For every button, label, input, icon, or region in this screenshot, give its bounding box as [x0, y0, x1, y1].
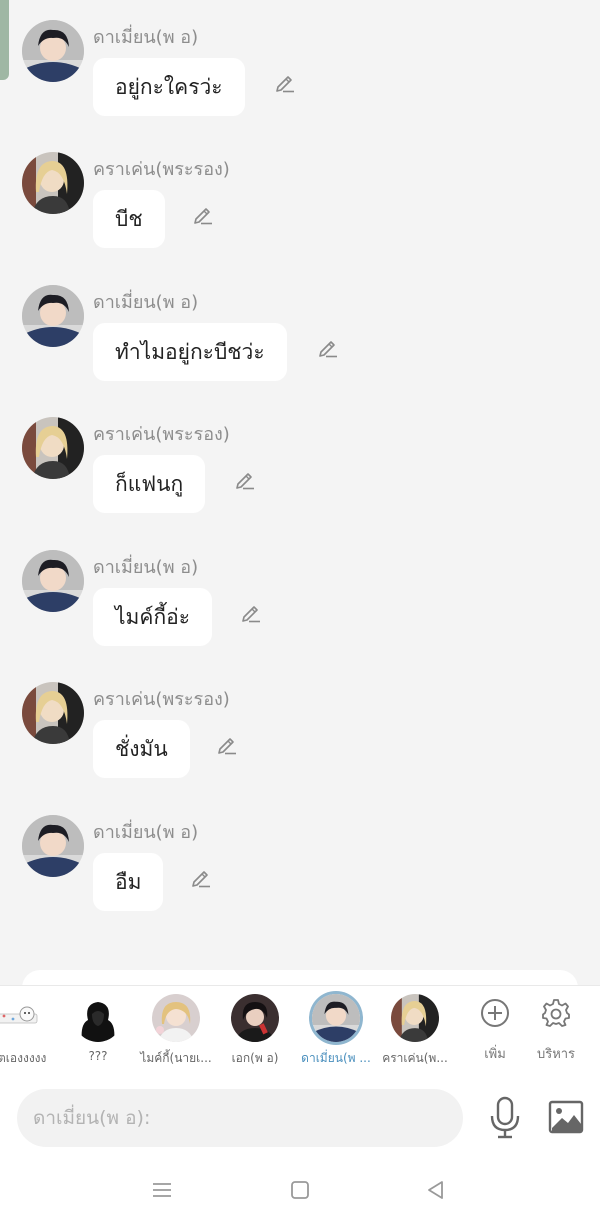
chat-message: ดาเมี่ยน(พ อ) ทำไมอยู่กะบีชว่ะ — [0, 283, 600, 413]
character-name: ไมค์กี้(นายเ... — [140, 1051, 212, 1065]
message-input[interactable] — [17, 1089, 463, 1147]
kraken-avatar — [391, 994, 439, 1042]
back-icon[interactable] — [424, 1178, 448, 1202]
damian-avatar[interactable] — [22, 20, 84, 82]
edit-icon[interactable] — [233, 467, 257, 491]
message-composer — [0, 1078, 600, 1158]
microphone-icon[interactable] — [488, 1096, 522, 1140]
edit-icon[interactable] — [239, 600, 263, 624]
message-bubble[interactable]: ไมค์กี้อ่ะ — [93, 588, 213, 646]
damian-avatar[interactable] — [22, 815, 84, 877]
message-bubble[interactable]: ก็แฟนกู — [93, 455, 206, 513]
edit-icon[interactable] — [191, 202, 215, 226]
message-bubble[interactable]: ทำไมอยู่กะบีชว่ะ — [93, 323, 287, 381]
chat-message: ดาเมี่ยน(พ อ) อยู่กะใครว่ะ — [0, 18, 600, 148]
character-selector[interactable]: ตเองงงงง ??? ไมค์กี้(นายเ... เอก(พ อ) ดา… — [0, 985, 600, 1079]
chat-message: คราเค่น(พระรอง) ก็แฟนกู — [0, 415, 600, 545]
sender-name: คราเค่น(พระรอง) — [93, 424, 230, 445]
character-name: ตเองงงงง — [0, 1051, 47, 1065]
ek-avatar — [231, 994, 279, 1042]
character-name: คราเค่น(พ... — [382, 1051, 448, 1065]
sticker-avatar — [0, 994, 41, 1042]
gear-icon — [541, 998, 571, 1028]
image-icon[interactable] — [548, 1100, 584, 1134]
edit-icon[interactable] — [273, 70, 297, 94]
damian-avatar[interactable] — [22, 550, 84, 612]
character-item[interactable]: คราเค่น(พ... — [376, 986, 454, 1078]
chat-message: ดาเมี่ยน(พ อ) อืม — [0, 813, 600, 943]
edit-icon[interactable] — [215, 732, 239, 756]
chat-feed[interactable]: ดาเมี่ยน(พ อ) อยู่กะใครว่ะ คราเค่น(พระรอ… — [0, 0, 600, 1010]
message-bubble[interactable]: อยู่กะใครว่ะ — [93, 58, 245, 116]
damian-avatar — [312, 994, 360, 1042]
character-name: เอก(พ อ) — [231, 1051, 279, 1065]
sender-name: ดาเมี่ยน(พ อ) — [93, 822, 199, 843]
silhouette-avatar — [74, 994, 122, 1042]
kraken-avatar[interactable] — [22, 417, 84, 479]
character-name: ??? — [88, 1049, 108, 1063]
chat-message: คราเค่น(พระรอง) บีช — [0, 150, 600, 280]
mikey-avatar — [152, 994, 200, 1042]
character-item[interactable]: ??? — [59, 986, 137, 1078]
sender-name: คราเค่น(พระรอง) — [93, 689, 230, 710]
character-name: ดาเมี่ยน(พ ... — [301, 1051, 371, 1065]
sender-name: ดาเมี่ยน(พ อ) — [93, 27, 199, 48]
manage-button[interactable]: บริหาร — [517, 986, 595, 1078]
system-navigation-bar — [0, 1158, 600, 1221]
character-item[interactable]: ตเองงงงง — [0, 986, 56, 1078]
kraken-avatar[interactable] — [22, 152, 84, 214]
message-bubble[interactable]: อืม — [93, 853, 164, 911]
sender-name: ดาเมี่ยน(พ อ) — [93, 557, 199, 578]
chat-message: คราเค่น(พระรอง) ชั่งมัน — [0, 680, 600, 810]
character-item[interactable]: เอก(พ อ) — [216, 986, 294, 1078]
kraken-avatar[interactable] — [22, 682, 84, 744]
character-item-selected[interactable]: ดาเมี่ยน(พ ... — [297, 986, 375, 1078]
sender-name: ดาเมี่ยน(พ อ) — [93, 292, 199, 313]
damian-avatar[interactable] — [22, 285, 84, 347]
character-item[interactable]: ไมค์กี้(นายเ... — [137, 986, 215, 1078]
recent-apps-icon[interactable] — [150, 1178, 174, 1202]
sender-name: คราเค่น(พระรอง) — [93, 159, 230, 180]
edit-icon[interactable] — [189, 865, 213, 889]
message-bubble[interactable]: ชั่งมัน — [93, 720, 190, 778]
plus-circle-icon — [480, 998, 510, 1028]
message-bubble[interactable]: บีช — [93, 190, 165, 248]
edit-icon[interactable] — [316, 335, 340, 359]
home-icon[interactable] — [288, 1178, 312, 1202]
manage-label: บริหาร — [536, 1047, 576, 1062]
chat-message: ดาเมี่ยน(พ อ) ไมค์กี้อ่ะ — [0, 548, 600, 678]
